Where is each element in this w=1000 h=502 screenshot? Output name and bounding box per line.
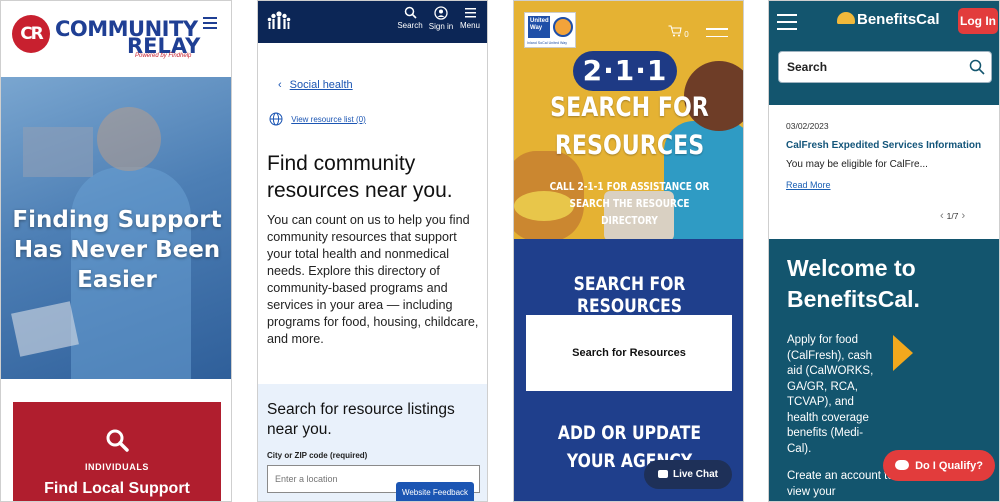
- header: CR COMMUNITY RELAY Powered by Findhelp: [1, 1, 231, 77]
- cart-count: 0: [684, 30, 689, 39]
- hero-photo-shape: [11, 301, 79, 357]
- arrow-right-icon: [893, 335, 913, 371]
- chevron-left-icon: ‹: [278, 79, 282, 91]
- hero-subtitle: CALL 2-1-1 FOR ASSISTANCE OR SEARCH THE …: [549, 181, 710, 227]
- hamburger-menu-icon[interactable]: [203, 17, 217, 29]
- news-body: You may be eligible for CalFre...: [786, 159, 928, 170]
- back-link[interactable]: ‹ Social health: [278, 79, 353, 91]
- header: Search Sign in Menu: [258, 1, 487, 43]
- chevron-right-icon[interactable]: ›: [962, 210, 966, 222]
- cart-icon: [668, 25, 682, 37]
- logo-tagline: Powered by Findhelp: [135, 53, 192, 59]
- pager-count: 1/7: [946, 211, 959, 221]
- brand-name: BenefitsCal: [857, 11, 940, 28]
- welcome-title: Welcome to BenefitsCal.: [787, 255, 920, 312]
- nav-signin-label: Sign in: [428, 22, 454, 31]
- section-title: SEARCH FOR RESOURCES: [573, 273, 686, 317]
- view-resource-list-label: View resource list (0): [291, 115, 366, 124]
- brand-logo[interactable]: BenefitsCal: [837, 11, 940, 28]
- chevron-left-icon[interactable]: ‹: [940, 210, 944, 222]
- header: BenefitsCal Log In: [769, 1, 999, 105]
- read-more-link[interactable]: Read More: [786, 180, 831, 190]
- news-title: CalFresh Expedited Services Information: [786, 140, 982, 151]
- welcome-text-continued: Create an account to view your: [787, 470, 894, 498]
- chat-icon: [895, 459, 910, 470]
- bear-icon: [837, 12, 855, 24]
- nav-signin[interactable]: Sign in: [425, 6, 457, 31]
- menu-icon: [464, 8, 476, 18]
- hero-banner: United Way Inland SoCal United Way 0 2·1…: [514, 1, 743, 239]
- logo-subtext: Inland SoCal United Way: [527, 41, 568, 45]
- hamburger-menu-icon[interactable]: [777, 14, 797, 35]
- logo-icon[interactable]: [265, 7, 293, 35]
- website-feedback-button[interactable]: Website Feedback: [396, 482, 474, 501]
- do-i-qualify-label: Do I Qualify?: [915, 459, 983, 472]
- hero-photo-shape: [97, 107, 161, 171]
- logo-icon[interactable]: CR: [12, 15, 50, 53]
- live-chat-button[interactable]: Live Chat: [644, 460, 732, 489]
- kaiser-panel: Search Sign in Menu ‹ Social health View …: [257, 0, 488, 502]
- search-input[interactable]: [779, 52, 949, 82]
- page-title: Find community resources near you.: [267, 152, 453, 202]
- search-box: [778, 51, 992, 83]
- live-chat-label: Live Chat: [672, 469, 718, 480]
- globe-icon: [269, 112, 283, 126]
- search-resources-button[interactable]: Search for Resources: [526, 315, 732, 391]
- nav-menu-label: Menu: [459, 21, 480, 30]
- nav-menu[interactable]: Menu: [454, 6, 486, 30]
- do-i-qualify-button[interactable]: Do I Qualify?: [883, 450, 995, 481]
- back-link-label: Social health: [289, 79, 353, 91]
- login-button[interactable]: Log In: [958, 8, 998, 34]
- user-icon: [434, 6, 448, 20]
- hero-title: SEARCH FOR RESOURCES: [550, 92, 709, 161]
- search-icon: [106, 429, 129, 452]
- location-field-label: City or ZIP code (required): [267, 451, 368, 460]
- hero-photo-shape: [23, 127, 93, 177]
- welcome-text: Apply for food (CalFresh), cash aid (Cal…: [787, 334, 874, 455]
- view-resource-list-link[interactable]: View resource list (0): [269, 112, 366, 128]
- 211-badge: 2·1·1: [573, 51, 677, 91]
- nav-search[interactable]: Search: [394, 6, 426, 30]
- news-date: 03/02/2023: [786, 121, 829, 131]
- search-heading: Search for resource listings near you.: [267, 401, 455, 438]
- logo-text: United Way: [528, 16, 550, 38]
- benefitscal-panel: BenefitsCal Log In 03/02/2023 CalFresh E…: [768, 0, 1000, 502]
- card-kicker: INDIVIDUALS: [84, 462, 150, 472]
- nav-search-label: Search: [397, 21, 423, 30]
- logo-icon[interactable]: United Way Inland SoCal United Way: [524, 12, 576, 48]
- search-icon[interactable]: [969, 59, 985, 75]
- carousel-pager: ‹ 1/7 ›: [937, 210, 968, 222]
- individuals-card[interactable]: INDIVIDUALS Find Local Support: [13, 402, 221, 501]
- intro-text: You can count on us to help you find com…: [267, 213, 479, 346]
- sun-icon: [553, 17, 573, 37]
- cart-button[interactable]: 0: [668, 25, 689, 39]
- united-way-211-panel: United Way Inland SoCal United Way 0 2·1…: [513, 0, 744, 502]
- community-relay-panel: CR COMMUNITY RELAY Powered by Findhelp F…: [0, 0, 232, 502]
- search-icon: [404, 6, 417, 19]
- chat-icon: [657, 470, 668, 478]
- hamburger-menu-icon[interactable]: [706, 28, 728, 43]
- hero-banner: Finding Support Has Never Been Easier: [1, 77, 231, 379]
- hero-title: Finding Support Has Never Been Easier: [12, 207, 222, 293]
- card-title: Find Local Support: [44, 480, 190, 497]
